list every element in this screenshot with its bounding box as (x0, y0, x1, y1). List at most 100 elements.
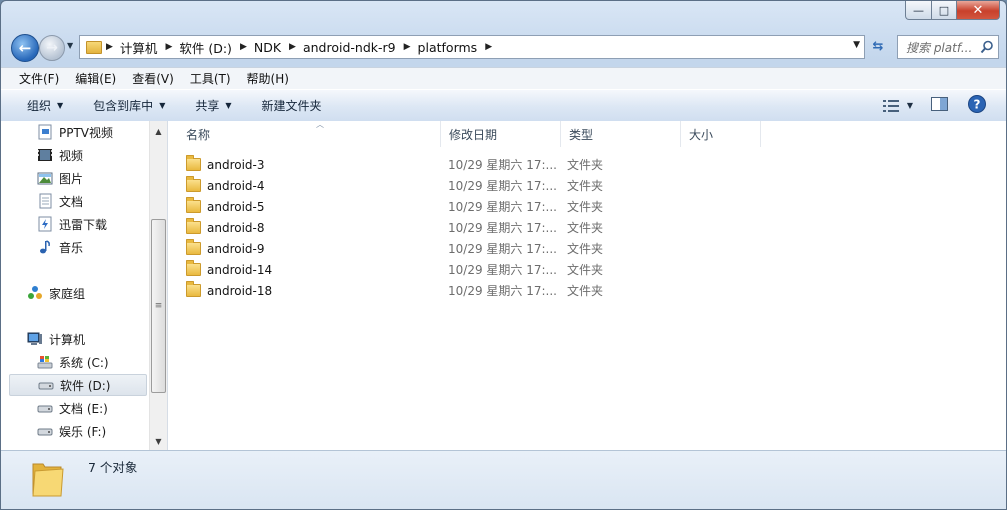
nav-item-label: 音乐 (59, 240, 84, 255)
nav-item-documents[interactable]: 文档 (37, 190, 83, 212)
share-button[interactable]: 共享 ▼ (195, 97, 231, 114)
nav-item-drive-c[interactable]: 系统 (C:) (37, 351, 109, 373)
music-library-icon (40, 240, 50, 254)
table-row[interactable]: android-4 10/29 星期六 17:... 文件夹 (168, 175, 768, 196)
search-icon[interactable] (980, 40, 994, 54)
breadcrumb-label: platforms (417, 39, 478, 55)
table-row[interactable]: android-9 10/29 星期六 17:... 文件夹 (168, 238, 768, 259)
breadcrumb-arrow-icon[interactable]: ▶ (165, 42, 172, 52)
column-type-label: 类型 (569, 127, 594, 142)
file-list[interactable]: 名称 ︿ 修改日期 类型 大小 android-3 10/29 星期六 17:.… (167, 120, 1006, 450)
help-button[interactable]: ? (968, 95, 986, 116)
menu-file[interactable]: 文件(F) (1, 70, 67, 87)
nav-item-homegroup[interactable]: 家庭组 (27, 282, 85, 304)
folder-icon (186, 197, 201, 213)
file-name: android-18 (207, 283, 273, 298)
breadcrumb-arrow-icon[interactable]: ▶ (240, 42, 247, 52)
file-type: 文件夹 (567, 158, 604, 172)
include-in-library-button[interactable]: 包含到库中 ▼ (93, 97, 165, 114)
preview-pane-button[interactable] (931, 97, 948, 114)
table-row[interactable]: android-8 10/29 星期六 17:... 文件夹 (168, 217, 768, 238)
new-folder-button[interactable]: 新建文件夹 (262, 97, 322, 114)
column-date-label: 修改日期 (449, 127, 498, 142)
back-arrow-icon: ← (18, 39, 32, 57)
breadcrumb-computer[interactable]: 计算机 ▶ (120, 38, 179, 57)
sort-ascending-icon: ︿ (316, 120, 324, 129)
change-view-button[interactable]: ▼ (882, 99, 913, 112)
include-in-library-label: 包含到库中 (93, 99, 154, 113)
forward-button[interactable]: → (39, 35, 65, 61)
table-row[interactable]: android-18 10/29 星期六 17:... 文件夹 (168, 280, 768, 301)
file-date: 10/29 星期六 17:... (448, 242, 557, 256)
breadcrumb-label: android-ndk-r9 (302, 39, 396, 55)
file-type: 文件夹 (567, 242, 604, 256)
column-header-name[interactable]: 名称 ︿ (178, 120, 441, 147)
hard-drive-icon (37, 405, 53, 413)
address-history-dropdown-icon[interactable]: ▼ (853, 40, 860, 50)
nav-item-videos[interactable]: 视频 (37, 144, 83, 166)
menu-view[interactable]: 查看(V) (124, 70, 182, 87)
file-type: 文件夹 (567, 284, 604, 298)
nav-item-label: PPTV视频 (59, 125, 114, 140)
column-name-label: 名称 (186, 127, 211, 142)
breadcrumb-android-ndk-r9[interactable]: android-ndk-r9 ▶ (303, 40, 418, 55)
nav-item-music[interactable]: 音乐 (37, 236, 83, 258)
nav-item-drive-f[interactable]: 娱乐 (F:) (37, 420, 106, 442)
breadcrumb-arrow-icon[interactable]: ▶ (289, 42, 296, 52)
nav-item-thunder-download[interactable]: 迅雷下载 (37, 213, 107, 235)
nav-item-drive-e[interactable]: 文档 (E:) (37, 397, 108, 419)
folder-icon (186, 218, 201, 234)
scrollbar-thumb[interactable]: ≡ (151, 219, 166, 393)
breadcrumb-platforms[interactable]: platforms ▶ (418, 40, 500, 55)
file-date: 10/29 星期六 17:... (448, 284, 557, 298)
maximize-button[interactable]: □ (932, 1, 957, 20)
breadcrumb-root-arrow[interactable]: ▶ (106, 42, 120, 52)
menu-help[interactable]: 帮助(H) (239, 70, 297, 87)
breadcrumb-arrow-icon[interactable]: ▶ (485, 42, 492, 52)
item-count: 7 个对象 (88, 460, 138, 475)
address-bar[interactable]: ▶ 计算机 ▶ 软件 (D:) ▶ NDK ▶ android-ndk-r9 ▶ pla… (79, 35, 865, 59)
minimize-button[interactable]: — (905, 1, 932, 20)
preview-pane-icon (931, 97, 948, 111)
share-label: 共享 (195, 99, 220, 113)
file-name: android-3 (207, 157, 265, 172)
file-name: android-9 (207, 241, 265, 256)
column-header-type[interactable]: 类型 (561, 121, 681, 147)
menu-bar: 文件(F) 编辑(E) 查看(V) 工具(T) 帮助(H) (1, 67, 1006, 89)
nav-item-pptv-video[interactable]: PPTV视频 (37, 121, 113, 143)
documents-library-icon (39, 193, 52, 209)
breadcrumb-arrow-icon[interactable]: ▶ (404, 42, 411, 52)
file-type: 文件夹 (567, 263, 604, 277)
close-button[interactable]: ✕ (957, 1, 1000, 20)
nav-item-drive-d[interactable]: 软件 (D:) (9, 374, 147, 396)
breadcrumb-ndk[interactable]: NDK ▶ (254, 40, 303, 55)
nav-item-label: 视频 (59, 148, 84, 163)
file-type: 文件夹 (567, 221, 604, 235)
nav-item-label: 文档 (59, 194, 84, 209)
recent-pages-dropdown-icon[interactable]: ▼ (67, 41, 73, 50)
chevron-down-icon: ▼ (906, 101, 913, 110)
grip-icon: ≡ (154, 301, 163, 311)
navigation-pane[interactable]: PPTV视频 视频 图片 文档 迅雷下载 音乐 家庭组 计算机 系统 (C:) … (9, 121, 149, 450)
menu-edit[interactable]: 编辑(E) (67, 70, 124, 87)
refresh-button[interactable]: ⇆ (867, 35, 889, 57)
search-input[interactable]: 搜索 platf... (897, 35, 999, 59)
column-header-size[interactable]: 大小 (681, 121, 761, 147)
thunder-download-icon (38, 216, 52, 232)
video-library-icon (38, 149, 52, 161)
back-button[interactable]: ← (11, 34, 39, 62)
organize-button[interactable]: 组织 ▼ (27, 97, 63, 114)
nav-item-computer[interactable]: 计算机 (27, 328, 85, 350)
column-header-date[interactable]: 修改日期 (441, 121, 561, 147)
scroll-down-icon[interactable]: ▼ (150, 433, 167, 449)
table-row[interactable]: android-5 10/29 星期六 17:... 文件夹 (168, 196, 768, 217)
nav-item-pictures[interactable]: 图片 (37, 167, 83, 189)
breadcrumb-drive-d[interactable]: 软件 (D:) ▶ (179, 38, 254, 57)
navigation-scrollbar[interactable]: ▲ ≡ ▼ (149, 121, 167, 450)
table-row[interactable]: android-14 10/29 星期六 17:... 文件夹 (168, 259, 768, 280)
title-bar: — □ ✕ (1, 1, 1006, 29)
table-row[interactable]: android-3 10/29 星期六 17:... 文件夹 (168, 154, 768, 175)
nav-item-label: 文档 (E:) (59, 401, 108, 416)
menu-tools[interactable]: 工具(T) (182, 70, 239, 87)
scroll-up-icon[interactable]: ▲ (150, 123, 167, 139)
